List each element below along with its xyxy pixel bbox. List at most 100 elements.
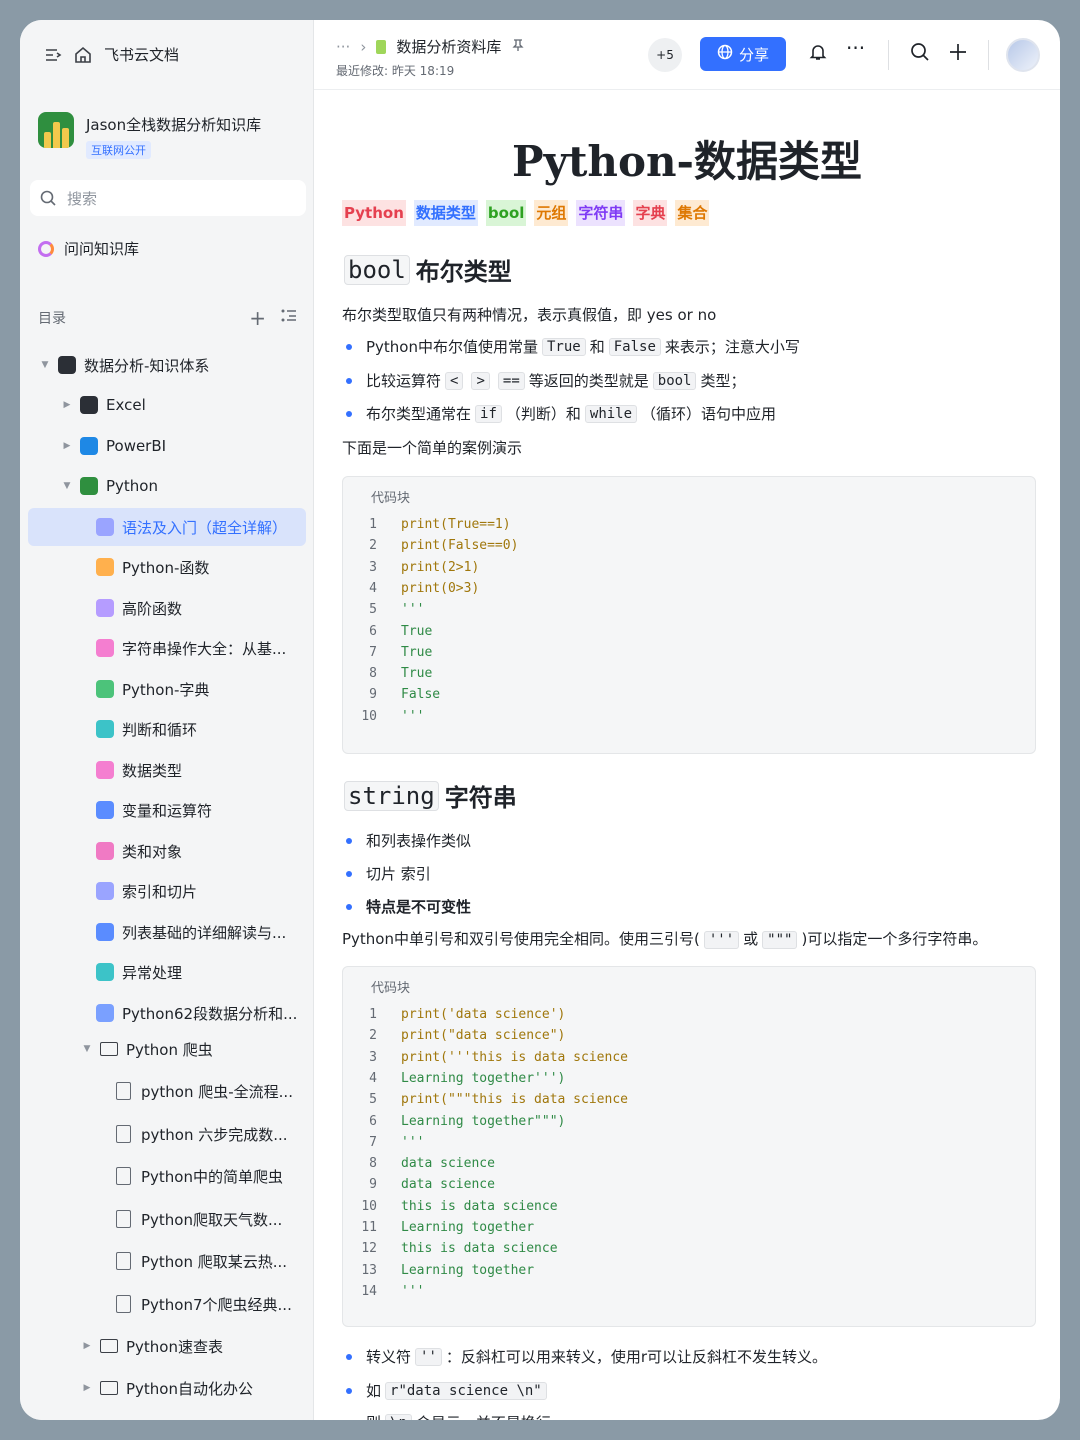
- doc-icon: [116, 1252, 131, 1270]
- text: （判断）和: [505, 405, 581, 423]
- tree-item[interactable]: ▶Python100经典练习题....: [28, 1412, 306, 1420]
- collapse-sidebar-icon[interactable]: [44, 46, 62, 64]
- tree-item[interactable]: ▼ Python 爬虫: [28, 1030, 306, 1068]
- share-button[interactable]: 分享: [700, 37, 786, 71]
- add-node-icon[interactable]: +: [249, 306, 266, 330]
- caret-down-icon[interactable]: ▼: [80, 1044, 94, 1054]
- tree-item-label: Python 爬虫: [126, 1040, 213, 1059]
- code-line: 8 data science: [343, 1156, 495, 1176]
- collaborators-count[interactable]: +5: [648, 38, 682, 72]
- line-number: 9: [369, 687, 377, 703]
- tree-item[interactable]: ▶ Excel: [28, 386, 306, 424]
- heading-keyword: string: [344, 780, 439, 811]
- add-icon[interactable]: [948, 42, 968, 67]
- line-number: 8: [369, 1156, 377, 1172]
- tree-item[interactable]: ▶ PowerBI: [28, 427, 306, 465]
- text: 会显示，并不是换行。: [416, 1412, 566, 1420]
- tree-item[interactable]: 列表基础的详细解读与...: [28, 913, 306, 951]
- tree-item[interactable]: Python中的简单爬虫: [28, 1157, 306, 1195]
- sidebar-top: 飞书云文档: [44, 44, 179, 65]
- line-number: 10: [361, 1198, 377, 1214]
- tree-item-label: 索引和切片: [122, 882, 198, 901]
- top-bar: ··· › 数据分析资料库 最近修改: 昨天 18:19 +5 分享 ···: [314, 20, 1060, 90]
- inline-code: bool: [652, 371, 697, 390]
- breadcrumb-more[interactable]: ···: [336, 38, 350, 56]
- line-number: 14: [361, 1283, 377, 1299]
- inline-code: >: [471, 371, 490, 390]
- code-text: print(2>1): [401, 559, 480, 575]
- tag[interactable]: 字典: [633, 200, 668, 226]
- breadcrumb-current[interactable]: 数据分析资料库: [396, 36, 501, 57]
- text: 等返回的类型就是: [528, 372, 649, 390]
- caret-down-icon[interactable]: ▼: [60, 481, 74, 491]
- code-line: 11 Learning together: [343, 1220, 534, 1240]
- tag[interactable]: Python: [342, 200, 406, 226]
- pin-icon[interactable]: [511, 38, 525, 56]
- tree-item[interactable]: 变量和运算符: [28, 791, 306, 829]
- tree-item[interactable]: 数据类型: [28, 751, 306, 789]
- tree-item[interactable]: ▶ Python自动化办公: [28, 1369, 306, 1407]
- tree-item[interactable]: Python 爬取某云热...: [28, 1242, 306, 1280]
- tag[interactable]: 字符串: [576, 200, 626, 226]
- more-options-icon[interactable]: ···: [846, 36, 865, 60]
- code-line: 12 this is data science: [343, 1241, 557, 1261]
- caret-right-icon[interactable]: ▶: [80, 1341, 94, 1351]
- tree-item[interactable]: 索引和切片: [28, 872, 306, 910]
- app-name[interactable]: 飞书云文档: [104, 44, 179, 65]
- code-block[interactable]: 代码块 1 print('data science') 2 print("data s…: [342, 966, 1036, 1327]
- tree-item[interactable]: ▶ Python速查表: [28, 1327, 306, 1365]
- list-item: 则 \n 会显示，并不是换行。: [342, 1412, 566, 1420]
- code-block[interactable]: 代码块 1 print(True==1) 2 print(False==0) 3 prin…: [342, 476, 1036, 754]
- search-icon[interactable]: [910, 42, 930, 67]
- tag[interactable]: 数据类型: [413, 200, 478, 226]
- line-number: 10: [361, 708, 377, 724]
- tree-item[interactable]: 语法及入门（超全详解）: [28, 508, 306, 546]
- text: 和: [589, 338, 605, 356]
- caret-right-icon[interactable]: ▶: [60, 400, 74, 410]
- tree-item[interactable]: 类和对象: [28, 832, 306, 870]
- doc-icon: [116, 1125, 131, 1143]
- tag-list: Python 数据类型 bool 元组 字符串 字典 集合: [342, 200, 710, 226]
- caret-right-icon[interactable]: ▶: [60, 441, 74, 451]
- tag[interactable]: 集合: [675, 200, 710, 226]
- user-avatar[interactable]: [1006, 38, 1040, 72]
- inline-code: while: [584, 404, 638, 423]
- bell-icon[interactable]: [808, 42, 828, 67]
- ask-kb-button[interactable]: 问问知识库: [38, 238, 139, 259]
- breadcrumb: ··· › 数据分析资料库: [336, 36, 525, 57]
- tree-item[interactable]: ▼ Python: [28, 467, 306, 505]
- heading-keyword: bool: [344, 254, 410, 285]
- tree-item[interactable]: 高阶函数: [28, 589, 306, 627]
- home-icon[interactable]: [74, 46, 92, 64]
- page-icon: [96, 639, 114, 657]
- list-item: 特点是不可变性: [342, 896, 471, 917]
- tree-item[interactable]: python 六步完成数...: [28, 1115, 306, 1153]
- tree-item[interactable]: Python-函数: [28, 548, 306, 586]
- line-number: 9: [369, 1177, 377, 1193]
- line-number: 5: [369, 1092, 377, 1108]
- tree-item[interactable]: Python62段数据分析和...: [28, 994, 306, 1032]
- tree-item[interactable]: 判断和循环: [28, 710, 306, 748]
- tree-item[interactable]: Python爬取天气数...: [28, 1200, 306, 1238]
- code-text: ''': [401, 602, 425, 618]
- caret-right-icon[interactable]: ▶: [80, 1383, 94, 1393]
- tag[interactable]: bool: [485, 200, 527, 226]
- caret-down-icon[interactable]: ▼: [38, 360, 52, 370]
- tree-item[interactable]: Python7个爬虫经典...: [28, 1285, 306, 1323]
- tree-item-label: python 六步完成数...: [141, 1125, 288, 1144]
- tree-item[interactable]: python 爬虫-全流程...: [28, 1072, 306, 1110]
- code-text: print(0>3): [401, 580, 480, 596]
- line-number: 7: [369, 644, 377, 660]
- tag[interactable]: 元组: [534, 200, 569, 226]
- search-input[interactable]: 搜索: [30, 180, 306, 216]
- code-text: Learning together'''): [401, 1070, 566, 1086]
- tree-item[interactable]: Python-字典: [28, 670, 306, 708]
- inline-code: \n: [385, 1413, 412, 1420]
- tree-item[interactable]: 字符串操作大全：从基...: [28, 629, 306, 667]
- search-icon: [40, 190, 57, 207]
- toc-list-icon[interactable]: [280, 306, 298, 330]
- knowledge-base-header[interactable]: Jason全栈数据分析知识库 互联网公开: [38, 112, 261, 159]
- tree-item[interactable]: ▼ 数据分析-知识体系: [28, 346, 306, 384]
- code-line: 2 print("data science"): [343, 1028, 565, 1048]
- tree-item[interactable]: 异常处理: [28, 953, 306, 991]
